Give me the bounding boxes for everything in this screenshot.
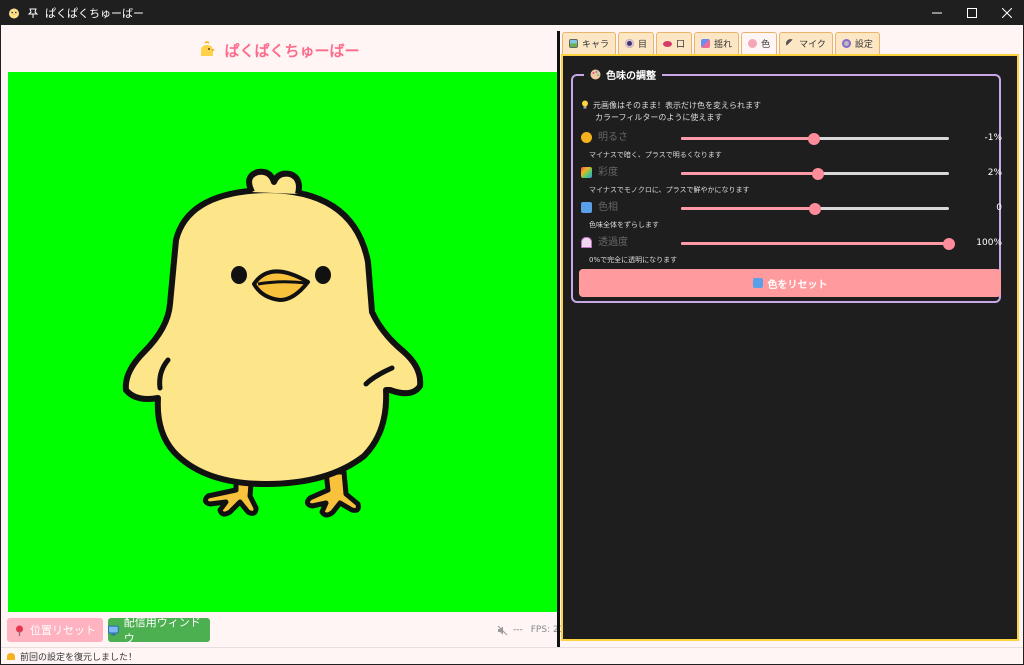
ghost-icon [581, 237, 592, 248]
tab-color[interactable]: 色 [741, 32, 778, 54]
tab-settings[interactable]: 設定 [834, 32, 880, 54]
tab-shake[interactable]: 揺れ [694, 32, 740, 54]
title-bar: ぱくぱくちゅーばー [0, 0, 1024, 25]
eye-icon [625, 39, 635, 48]
group-title: 色味の調整 [584, 67, 662, 82]
lips-icon [663, 40, 673, 47]
app-title: ぱくぱくちゅーばー [224, 41, 360, 60]
audio-level: --- [513, 625, 523, 635]
stream-window-label: 配信用ウィンドウ [123, 616, 201, 645]
preview-toolbar: 位置リセット 配信用ウィンドウ --- FPS: 21 [1, 616, 564, 647]
reset-position-button[interactable]: 位置リセット [7, 618, 103, 642]
tab-eyes[interactable]: 目 [618, 32, 655, 54]
hue-slider-handle[interactable] [809, 202, 821, 215]
saturation-slider[interactable] [681, 167, 949, 180]
opacity-slider[interactable] [681, 237, 955, 250]
chick-app-icon [8, 7, 20, 19]
app-header: ぱくぱくちゅーばー [1, 33, 557, 67]
opacity-slider-fill [681, 242, 949, 245]
status-message: 前回の設定を復元しました！ [20, 652, 138, 663]
tab-mouth[interactable]: 口 [656, 32, 693, 54]
gear-icon [841, 39, 851, 48]
window-title: ぱくぱくちゅーばー [45, 6, 144, 20]
hue-label: 色相 [598, 202, 618, 213]
settings-tabs: キャラ 目 口 揺れ 色 マイク 設定 [562, 32, 882, 54]
reset-icon [752, 278, 763, 288]
color-reset-button[interactable]: 色をリセット [579, 269, 1001, 297]
color-tab-panel: 色味の調整 元画像はそのまま！表示だけ色を変えられます カラーフィルターのように… [561, 54, 1019, 641]
minimize-button[interactable] [919, 0, 954, 25]
opacity-label: 透過度 [598, 237, 628, 248]
brightness-slider-fill [681, 137, 814, 140]
maximize-icon [966, 7, 977, 18]
microphone-icon [786, 39, 796, 48]
hue-description: 色味全体をずらします [589, 221, 659, 229]
status-bar: 前回の設定を復元しました！ [1, 647, 1023, 664]
chick-status-icon [7, 653, 15, 660]
shake-icon [701, 39, 711, 48]
minimize-icon [931, 12, 942, 13]
character-canvas[interactable] [8, 72, 557, 612]
opacity-value: 100% [976, 238, 1002, 248]
opacity-description: 0%で完全に透明になります [589, 256, 678, 264]
hue-slider[interactable] [681, 202, 949, 215]
brightness-row: 明るさ -1% [581, 131, 1002, 145]
saturation-slider-handle[interactable] [811, 167, 824, 180]
brightness-value: -1% [984, 133, 1002, 143]
brightness-slider[interactable] [681, 132, 949, 145]
saturation-label: 彩度 [598, 167, 618, 178]
maximize-button[interactable] [954, 0, 989, 25]
opacity-slider-handle[interactable] [943, 237, 955, 250]
main-window: ぱくぱくちゅーばー 位置リセット 配信用ウィンドウ --- FPS: 21 キャ… [1, 25, 1023, 664]
palette-icon [748, 39, 758, 48]
settings-pane: キャラ 目 口 揺れ 色 マイク 設定 色味の調整 元画像はそのまま！表示だけ色… [560, 25, 1023, 647]
image-icon [569, 39, 578, 48]
chick-character [122, 168, 424, 518]
brightness-slider-handle[interactable] [807, 132, 820, 145]
stream-window-button[interactable]: 配信用ウィンドウ [108, 616, 210, 645]
hue-row: 色相 0 [581, 201, 1002, 215]
rainbow-icon [581, 167, 592, 178]
hint-line-1: 元画像はそのまま！表示だけ色を変えられます [593, 101, 761, 110]
close-button[interactable] [989, 0, 1024, 25]
chick-icon [201, 41, 216, 56]
color-reset-label: 色をリセット [767, 279, 828, 291]
color-hint: 元画像はそのまま！表示だけ色を変えられます カラーフィルターのように使えます [581, 100, 761, 124]
lightbulb-icon [582, 100, 588, 109]
saturation-slider-fill [681, 172, 818, 175]
saturation-description: マイナスでモノクロに、プラスで鮮やかになります [589, 186, 750, 194]
hint-line-2: カラーフィルターのように使えます [595, 113, 723, 122]
fps-indicator: --- FPS: 21 [497, 622, 564, 638]
hue-slider-fill [681, 207, 815, 210]
reset-position-label: 位置リセット [30, 624, 96, 637]
monitor-icon [108, 625, 119, 635]
speaker-muted-icon [497, 625, 508, 635]
saturation-row: 彩度 2% [581, 166, 1002, 180]
palette-icon [590, 69, 601, 80]
sun-icon [581, 132, 592, 143]
brightness-description: マイナスで暗く、プラスで明るくなります [589, 151, 722, 159]
hue-value: 0 [996, 203, 1002, 213]
brightness-label: 明るさ [598, 132, 628, 143]
saturation-value: 2% [987, 168, 1002, 178]
tab-character[interactable]: キャラ [562, 32, 617, 54]
preview-pane: ぱくぱくちゅーばー 位置リセット 配信用ウィンドウ --- FPS: 21 [1, 25, 564, 647]
close-icon [1001, 7, 1012, 18]
opacity-row: 透過度 100% [581, 236, 1002, 250]
pin-icon[interactable] [27, 7, 39, 19]
pin-location-icon [16, 625, 23, 636]
color-adjust-group: 色味の調整 元画像はそのまま！表示だけ色を変えられます カラーフィルターのように… [571, 67, 1002, 303]
tab-microphone[interactable]: マイク [779, 32, 833, 54]
cycle-icon [581, 202, 592, 213]
